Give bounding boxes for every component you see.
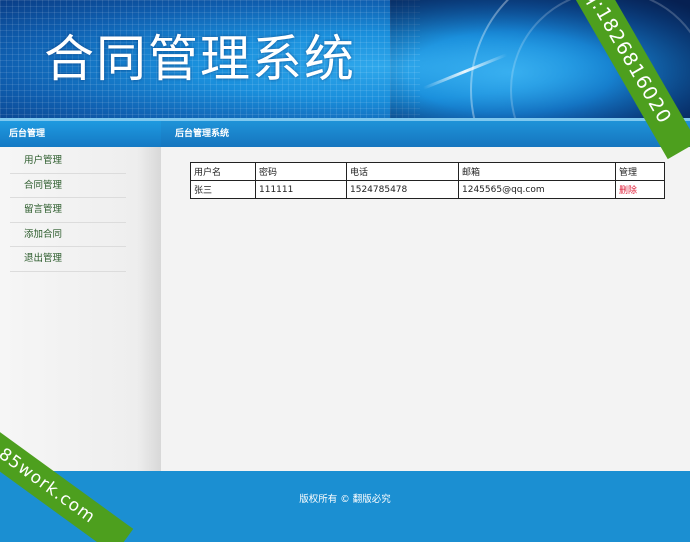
column-header-email: 邮箱: [458, 162, 616, 181]
cell-username: 张三: [190, 180, 256, 199]
sidebar: 后台管理 用户管理 合同管理 留言管理 添加合同 退出管理: [0, 121, 161, 471]
cell-phone: 1524785478: [346, 180, 459, 199]
cell-email: 1245565@qq.com: [458, 180, 616, 199]
column-header-manage: 管理: [615, 162, 665, 181]
main-heading: 后台管理系统: [161, 121, 690, 147]
sidebar-heading: 后台管理: [0, 121, 161, 147]
main-panel: 后台管理系统 用户名 密码 电话 邮箱 管理 张三 111111 1524785…: [161, 121, 690, 471]
sidebar-item-contract-management[interactable]: 合同管理: [10, 174, 126, 198]
column-header-phone: 电话: [346, 162, 459, 181]
delete-link[interactable]: 删除: [615, 180, 665, 199]
sidebar-item-message-management[interactable]: 留言管理: [10, 198, 126, 223]
user-table: 用户名 密码 电话 邮箱 管理 张三 111111 1524785478 124…: [190, 162, 665, 199]
sidebar-item-logout[interactable]: 退出管理: [10, 247, 126, 272]
column-header-username: 用户名: [190, 162, 256, 181]
sidebar-item-user-management[interactable]: 用户管理: [10, 149, 126, 174]
sidebar-item-add-contract[interactable]: 添加合同: [10, 223, 126, 247]
sidebar-menu: 用户管理 合同管理 留言管理 添加合同 退出管理: [0, 147, 161, 272]
app-title: 合同管理系统: [44, 30, 356, 88]
table-row: 张三 111111 1524785478 1245565@qq.com 删除: [190, 180, 665, 199]
column-header-password: 密码: [255, 162, 347, 181]
copyright-text: 版权所有 © 翻版必究: [299, 494, 391, 505]
table-header-row: 用户名 密码 电话 邮箱 管理: [190, 162, 665, 181]
cell-password: 111111: [255, 180, 347, 199]
